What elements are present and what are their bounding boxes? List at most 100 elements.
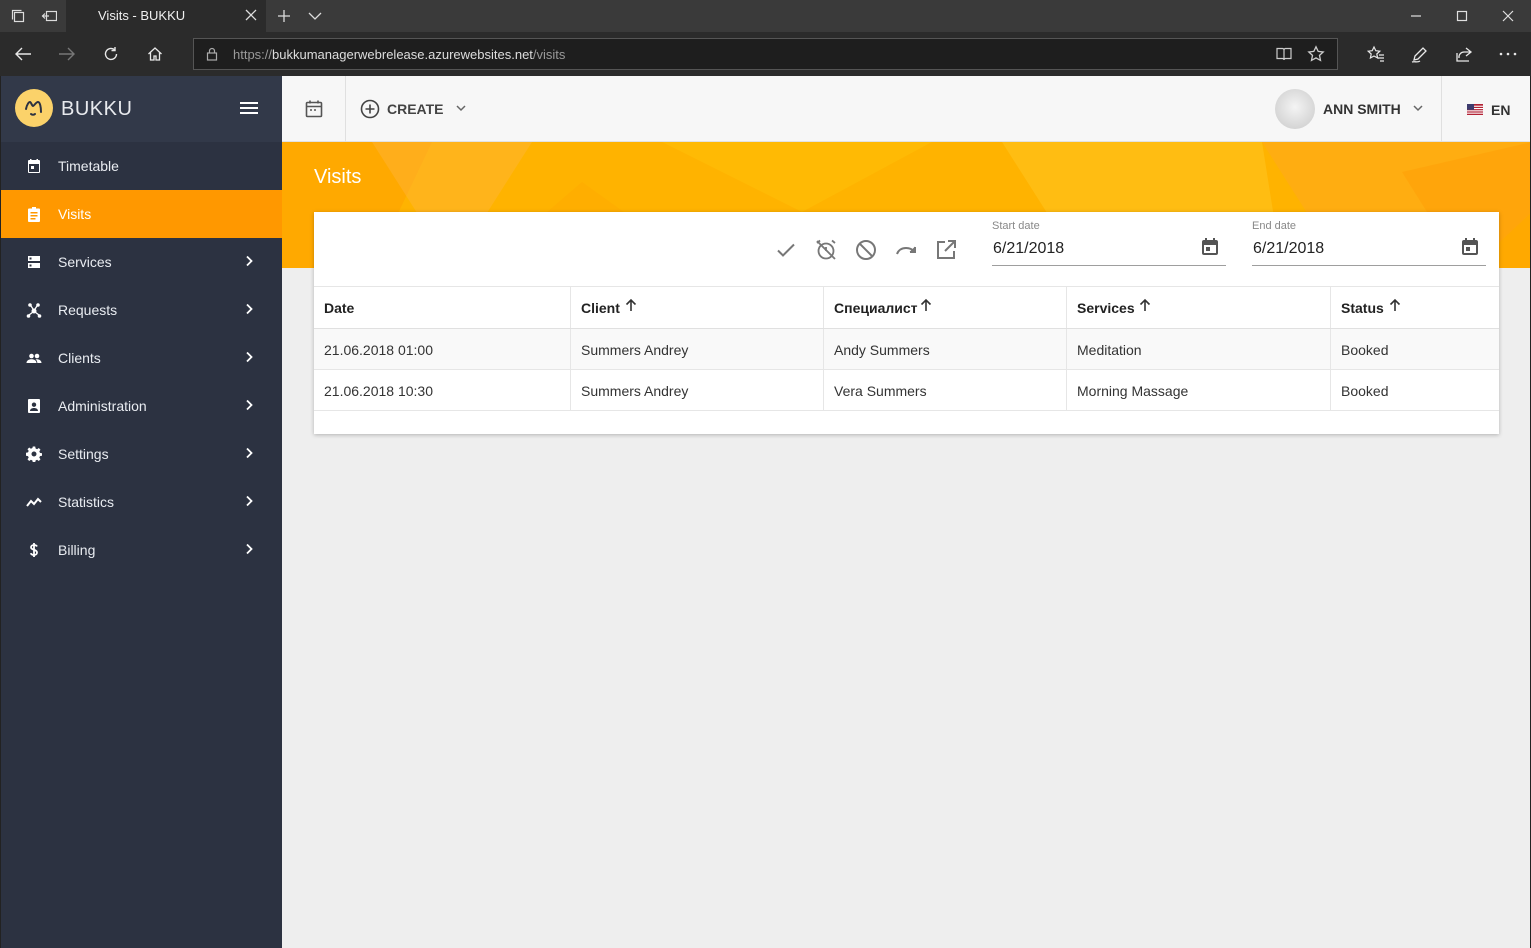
top-bar: CREATE ANN SMITH EN: [282, 76, 1530, 142]
window-close-icon[interactable]: [1485, 0, 1531, 32]
sidebar-menu: Timetable Visits Services Requests Clien…: [1, 142, 282, 574]
chevron-right-icon: [244, 255, 254, 267]
sort-arrow-up-icon[interactable]: [625, 298, 637, 312]
date-picker-icon[interactable]: [1200, 237, 1220, 257]
block-icon[interactable]: [854, 238, 878, 262]
reading-view-icon[interactable]: [1275, 45, 1293, 63]
sidebar-item-administration[interactable]: Administration: [1, 382, 282, 430]
forward-arrow-icon[interactable]: [45, 32, 89, 76]
cell-client: Summers Andrey: [571, 329, 824, 369]
user-name: ANN SMITH: [1323, 101, 1401, 117]
url-scheme: https://: [233, 47, 273, 62]
cell-specialist: Andy Summers: [824, 329, 1067, 369]
cell-date: 21.06.2018 01:00: [314, 329, 571, 369]
column-header-services[interactable]: Services: [1067, 287, 1331, 328]
new-tab-icon[interactable]: [268, 0, 300, 32]
cell-specialist: Vera Summers: [824, 370, 1067, 410]
cell-date: 21.06.2018 10:30: [314, 370, 571, 410]
sidebar-item-statistics[interactable]: Statistics: [1, 478, 282, 526]
share-icon[interactable]: [1442, 32, 1486, 76]
favorites-list-icon[interactable]: [1354, 32, 1398, 76]
home-icon[interactable]: [133, 32, 177, 76]
set-aside-tabs-icon[interactable]: [33, 0, 65, 32]
minimize-icon[interactable]: [1393, 0, 1439, 32]
table-row[interactable]: 21.06.2018 01:00 Summers Andrey Andy Sum…: [314, 329, 1499, 370]
end-date-value[interactable]: 6/21/2018: [1253, 240, 1324, 258]
badge-icon: [26, 398, 42, 414]
start-date-field[interactable]: Start date 6/21/2018: [992, 220, 1226, 266]
start-date-label: Start date: [992, 220, 1040, 232]
alarm-off-icon[interactable]: [814, 238, 838, 262]
cell-status: Booked: [1341, 383, 1389, 399]
column-header-status[interactable]: Status: [1331, 287, 1499, 328]
user-menu[interactable]: ANN SMITH: [1275, 89, 1401, 129]
url-text: https://bukkumanagerwebrelease.azurewebs…: [233, 47, 565, 62]
more-dots-icon[interactable]: [1486, 32, 1530, 76]
sidebar-item-label: Services: [58, 254, 112, 270]
refresh-icon[interactable]: [89, 32, 133, 76]
dollar-icon: [26, 542, 42, 558]
end-date-field[interactable]: End date 6/21/2018: [1252, 220, 1486, 266]
browser-nav-bar: https://bukkumanagerwebrelease.azurewebs…: [0, 32, 1531, 76]
chevron-right-icon: [244, 447, 254, 459]
calendar-button[interactable]: [282, 76, 346, 142]
sidebar-item-timetable[interactable]: Timetable: [1, 142, 282, 190]
browser-tab-bar: Visits - BUKKU: [0, 0, 1531, 32]
sidebar-item-label: Administration: [58, 398, 147, 414]
requests-icon: [26, 302, 42, 318]
sort-arrow-up-icon[interactable]: [1389, 298, 1401, 312]
create-dropdown-chevron-icon[interactable]: [455, 103, 467, 113]
table-row[interactable]: 21.06.2018 10:30 Summers Andrey Vera Sum…: [314, 370, 1499, 411]
url-path: /visits: [532, 47, 566, 62]
sidebar-item-requests[interactable]: Requests: [1, 286, 282, 334]
start-date-value[interactable]: 6/21/2018: [993, 240, 1064, 258]
tab-title: Visits - BUKKU: [98, 8, 186, 23]
sort-arrow-up-icon[interactable]: [920, 298, 932, 312]
pen-notes-icon[interactable]: [1398, 32, 1442, 76]
visits-table: Date Client Специалист Services Status 2…: [314, 286, 1499, 411]
tab-preview-chevron-icon[interactable]: [299, 0, 331, 32]
clipboard-icon: [26, 206, 42, 222]
gear-icon: [26, 446, 42, 462]
create-label: CREATE: [387, 101, 444, 117]
favorite-star-icon[interactable]: [1307, 45, 1325, 63]
create-button[interactable]: CREATE: [360, 99, 444, 119]
address-bar[interactable]: https://bukkumanagerwebrelease.azurewebs…: [193, 38, 1338, 70]
calendar-icon: [304, 99, 324, 119]
tab-manager-icon[interactable]: [2, 0, 34, 32]
brand: BUKKU: [1, 76, 282, 142]
sidebar-item-billing[interactable]: Billing: [1, 526, 282, 574]
date-picker-icon[interactable]: [1460, 237, 1480, 257]
back-arrow-icon[interactable]: [1, 32, 45, 76]
user-dropdown-chevron-icon[interactable]: [1412, 103, 1424, 113]
sidebar-item-label: Visits: [58, 206, 92, 222]
us-flag-icon: [1467, 104, 1483, 115]
sort-arrow-up-icon[interactable]: [1139, 298, 1151, 312]
sidebar-item-settings[interactable]: Settings: [1, 430, 282, 478]
hamburger-menu-icon[interactable]: [239, 100, 259, 116]
column-header-client[interactable]: Client: [571, 287, 824, 328]
add-circle-icon: [360, 99, 380, 119]
url-host: bukkumanagerwebrelease.azurewebsites.net: [272, 47, 533, 62]
column-header-specialist[interactable]: Специалист: [824, 287, 1067, 328]
sidebar-item-clients[interactable]: Clients: [1, 334, 282, 382]
chevron-right-icon: [244, 351, 254, 363]
maximize-icon[interactable]: [1439, 0, 1485, 32]
check-icon[interactable]: [774, 238, 798, 262]
brand-name: BUKKU: [61, 98, 133, 120]
sidebar-item-label: Timetable: [58, 158, 119, 174]
redo-icon[interactable]: [894, 238, 918, 262]
app-root: BUKKU Timetable Visits Services Requests…: [0, 76, 1531, 948]
sidebar-item-visits[interactable]: Visits: [1, 190, 282, 238]
chevron-right-icon: [244, 399, 254, 411]
sidebar-item-services[interactable]: Services: [1, 238, 282, 286]
browser-tab[interactable]: Visits - BUKKU: [66, 0, 266, 32]
trending-icon: [26, 494, 42, 510]
open-in-new-icon[interactable]: [934, 238, 958, 262]
close-icon[interactable]: [244, 8, 258, 22]
cell-status: Booked: [1341, 342, 1389, 358]
language-selector[interactable]: EN: [1441, 76, 1530, 142]
bukku-logo-icon[interactable]: [15, 89, 53, 127]
sidebar-item-label: Statistics: [58, 494, 115, 510]
column-header-date[interactable]: Date: [314, 287, 571, 328]
